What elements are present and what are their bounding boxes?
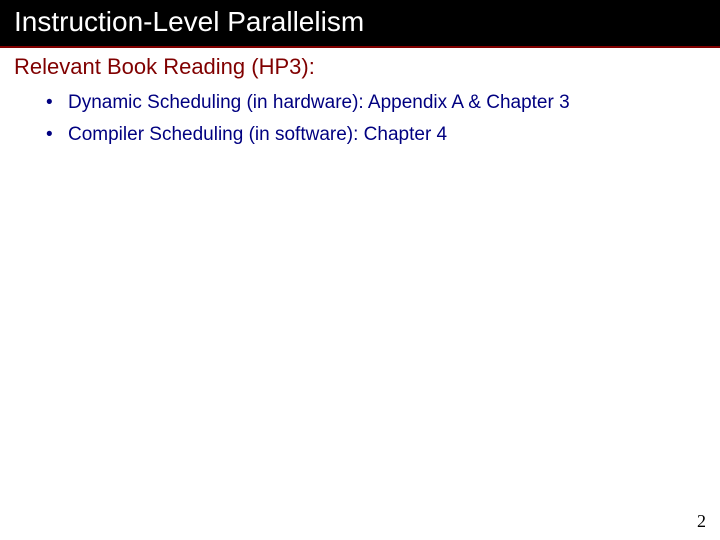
slide-title-bar: Instruction-Level Parallelism <box>0 0 720 46</box>
slide-title: Instruction-Level Parallelism <box>14 6 364 37</box>
page-number: 2 <box>697 511 706 532</box>
list-item: Dynamic Scheduling (in hardware): Append… <box>46 88 706 118</box>
slide-body: Relevant Book Reading (HP3): Dynamic Sch… <box>0 48 720 159</box>
section-heading: Relevant Book Reading (HP3): <box>14 54 706 80</box>
list-item: Compiler Scheduling (in software): Chapt… <box>46 120 706 150</box>
bullet-list: Dynamic Scheduling (in hardware): Append… <box>14 88 706 151</box>
